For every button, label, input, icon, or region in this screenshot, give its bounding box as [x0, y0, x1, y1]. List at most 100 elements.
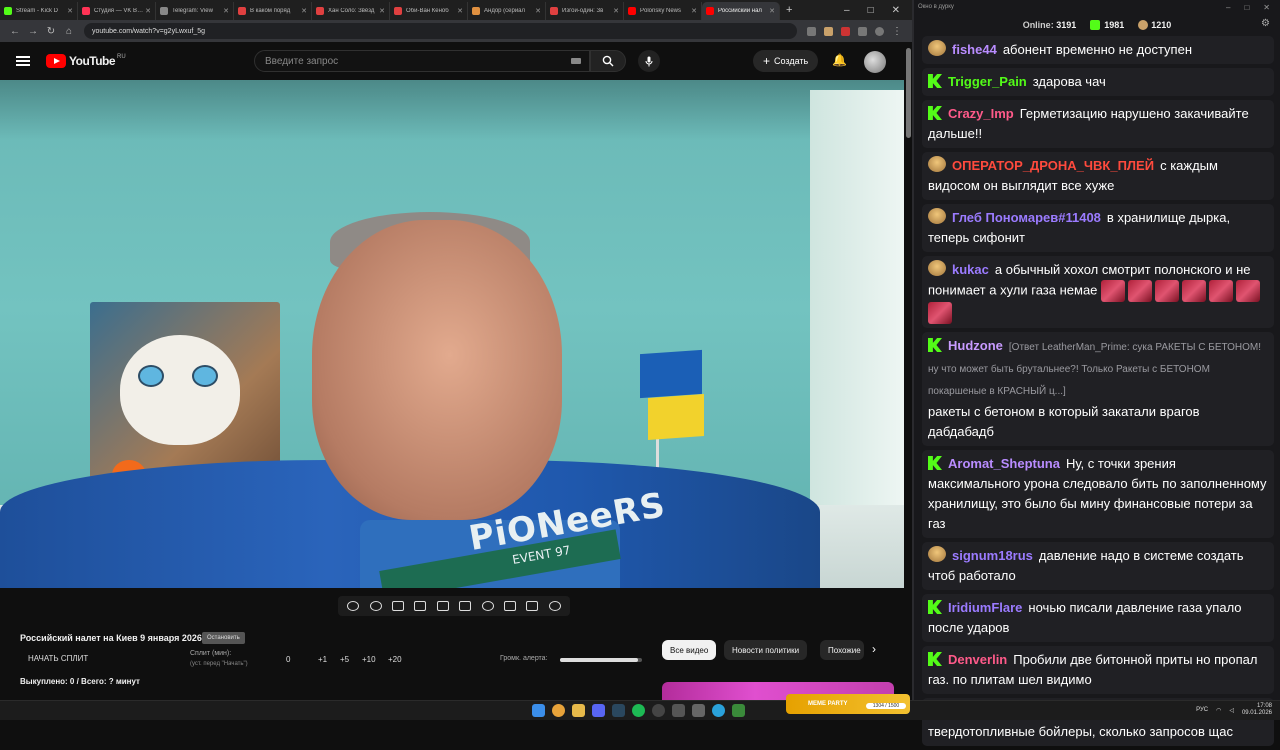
chip-related[interactable]: Похожие: [820, 640, 864, 660]
browser-tab[interactable]: В каком поряд ✕: [234, 2, 312, 20]
video-player[interactable]: [0, 80, 904, 588]
extension-icon[interactable]: [858, 26, 867, 36]
tab-close-icon[interactable]: ✕: [301, 7, 307, 15]
tab-close-icon[interactable]: ✕: [535, 7, 541, 15]
discord-icon[interactable]: [592, 704, 605, 717]
new-tab-button[interactable]: +: [786, 4, 792, 16]
browser-tab[interactable]: Оби-Ван Кеноб ✕: [390, 2, 468, 20]
obs-icon[interactable]: [652, 704, 665, 717]
chip-all-videos[interactable]: Все видео: [662, 640, 717, 660]
volume-icon[interactable]: ◁: [1229, 707, 1234, 714]
close-icon[interactable]: ✕: [892, 5, 900, 16]
tab-close-icon[interactable]: ✕: [67, 7, 73, 15]
tab-close-icon[interactable]: ✕: [769, 7, 775, 15]
url-field[interactable]: youtube.com/watch?v=g2yLwxuf_5g: [84, 23, 797, 39]
chat-username[interactable]: Trigger_Pain: [948, 74, 1027, 89]
browser-tab[interactable]: Изгой-один: Зв ✕: [546, 2, 624, 20]
keyboard-icon[interactable]: [571, 58, 581, 64]
split-plus-20-button[interactable]: +20: [388, 655, 402, 664]
loop-icon[interactable]: [347, 601, 360, 611]
split-plus-10-button[interactable]: +10: [362, 655, 376, 664]
screenshot-icon[interactable]: [526, 601, 539, 611]
tab-close-icon[interactable]: ✕: [691, 7, 697, 15]
chat-username[interactable]: fishe44: [952, 42, 997, 57]
steam-icon[interactable]: [612, 704, 625, 717]
chat-username[interactable]: Aromat_Sheptuna: [948, 456, 1060, 471]
broadcast-icon[interactable]: [369, 601, 382, 611]
page-scrollbar[interactable]: [904, 42, 912, 700]
back-icon[interactable]: ←: [6, 26, 24, 37]
browser-tab[interactable]: Российский нал ✕: [702, 2, 780, 20]
search-button[interactable]: [590, 50, 626, 72]
chapters-icon[interactable]: [459, 601, 472, 611]
clock[interactable]: 17:08 09.01.2026: [1242, 703, 1272, 717]
chat-username[interactable]: ОПЕРАТОР_ДРОНА_ЧВК_ПЛЕЙ: [952, 158, 1154, 173]
maximize-icon[interactable]: □: [868, 5, 874, 16]
folder-icon[interactable]: [572, 704, 585, 717]
close-icon[interactable]: ✕: [1263, 3, 1270, 12]
clapper-icon[interactable]: [414, 601, 427, 611]
browser-tab[interactable]: Андор (сериал ✕: [468, 2, 546, 20]
chat-username[interactable]: Denverlin: [948, 652, 1007, 667]
add-clip-icon[interactable]: [503, 601, 516, 611]
browser-tab[interactable]: Stream - Kick D ✕: [0, 2, 78, 20]
scrollbar-thumb[interactable]: [906, 48, 911, 138]
tab-close-icon[interactable]: ✕: [379, 7, 385, 15]
create-button[interactable]: + Создать: [753, 50, 819, 72]
extension-icon[interactable]: [807, 26, 816, 36]
chrome-icon[interactable]: [552, 704, 565, 717]
search-input[interactable]: Введите запрос: [254, 50, 590, 72]
start-icon[interactable]: [532, 704, 545, 717]
wifi-icon[interactable]: ◠: [1216, 707, 1221, 714]
tab-favicon: [82, 7, 90, 15]
minimize-icon[interactable]: –: [844, 5, 850, 16]
chat-settings-icon[interactable]: ⚙: [1261, 18, 1270, 29]
app-icon[interactable]: [672, 704, 685, 717]
chat-username[interactable]: Hudzone: [948, 338, 1003, 353]
app-icon[interactable]: [732, 704, 745, 717]
home-icon[interactable]: ⌂: [60, 26, 78, 37]
media-player-icon[interactable]: [692, 704, 705, 717]
split-plus-5-button[interactable]: +5: [340, 655, 349, 664]
screen-record-icon[interactable]: [391, 601, 404, 611]
minimize-icon[interactable]: –: [1226, 3, 1230, 12]
chat-username[interactable]: Crazy_Imp: [948, 106, 1014, 121]
extension-icon[interactable]: [824, 26, 833, 36]
tab-close-icon[interactable]: ✕: [613, 7, 619, 15]
alert-volume-slider[interactable]: [560, 658, 642, 662]
tab-close-icon[interactable]: ✕: [145, 7, 151, 15]
browser-tab[interactable]: Студия — VK Вид ✕: [78, 2, 156, 20]
menu-dots-icon[interactable]: ⋮: [888, 26, 906, 37]
browser-tab[interactable]: Хан Соло: Звёзд ✕: [312, 2, 390, 20]
browser-tab[interactable]: Telegram: View ✕: [156, 2, 234, 20]
reload-icon[interactable]: ↻: [42, 26, 60, 37]
notifications-bell-icon[interactable]: 🔔: [832, 53, 847, 67]
language-indicator[interactable]: РУС: [1196, 707, 1208, 713]
extension-icon[interactable]: [841, 26, 850, 36]
spotify-icon[interactable]: [632, 704, 645, 717]
account-avatar[interactable]: [864, 51, 886, 73]
split-plus-1-button[interactable]: +1: [318, 655, 327, 664]
settings-gear-icon[interactable]: [548, 601, 561, 611]
hamburger-menu-icon[interactable]: [16, 54, 30, 68]
microphone-icon[interactable]: [638, 50, 660, 72]
start-split-button[interactable]: НАЧАТЬ СПЛИТ: [28, 654, 88, 663]
chevron-right-icon[interactable]: ›: [872, 642, 876, 656]
chat-username[interactable]: Глеб Пономарев#11408: [952, 210, 1101, 225]
chat-username[interactable]: IridiumFlare: [948, 600, 1022, 615]
picture-in-picture-icon[interactable]: [436, 601, 449, 611]
split-value[interactable]: 0: [286, 655, 290, 664]
forward-icon[interactable]: →: [24, 26, 42, 37]
tab-close-icon[interactable]: ✕: [223, 7, 229, 15]
tab-close-icon[interactable]: ✕: [457, 7, 463, 15]
stop-badge[interactable]: Остановить: [202, 632, 245, 644]
speed-icon[interactable]: [481, 601, 494, 611]
youtube-logo[interactable]: YouTube RU: [46, 54, 126, 68]
chat-username[interactable]: signum18rus: [952, 548, 1033, 563]
profile-icon[interactable]: [875, 26, 884, 36]
chip-politics-news[interactable]: Новости политики: [724, 640, 808, 660]
chat-username[interactable]: kukac: [952, 262, 989, 277]
telegram-icon[interactable]: [712, 704, 725, 717]
maximize-icon[interactable]: □: [1244, 3, 1249, 12]
browser-tab[interactable]: Polonsky News ✕: [624, 2, 702, 20]
